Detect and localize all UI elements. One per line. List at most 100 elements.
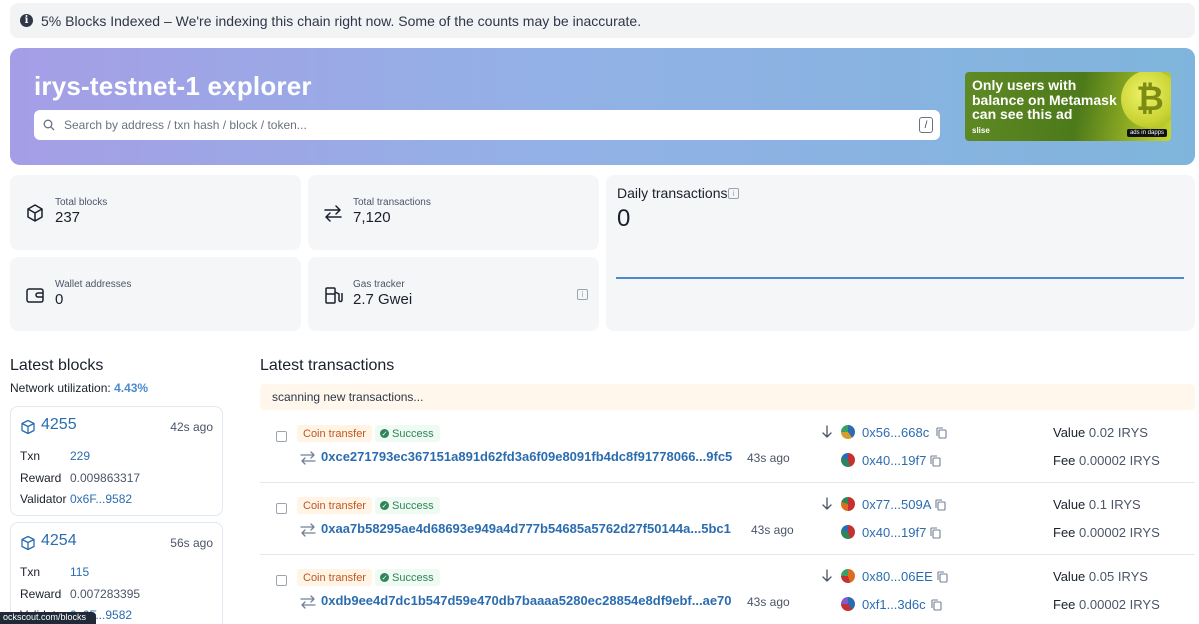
tx-fee: Fee 0.00002 IRYS (1053, 525, 1160, 540)
reward-value: 0.007283395 (70, 587, 141, 601)
tx-type-badge: Coin transfer (297, 569, 372, 586)
search-shortcut-key: / (919, 117, 933, 133)
ad-text: Only users with balance on Metamask can … (972, 77, 1117, 122)
from-address-link[interactable]: 0x77...509A (862, 497, 931, 512)
tx-age: 43s ago (747, 451, 790, 465)
block-number-link[interactable]: 4255 (41, 416, 77, 434)
txn-count-link[interactable]: 115 (70, 565, 89, 579)
transfer-arrows-icon (300, 451, 316, 465)
arrow-down-icon (822, 497, 832, 510)
txn-label: Txn (20, 449, 41, 463)
info-icon[interactable]: i (728, 188, 739, 199)
info-icon[interactable]: i (577, 289, 588, 300)
block-card: 4255 42s ago Txn 229 Reward 0.009863317 … (10, 406, 223, 516)
block-age: 56s ago (170, 536, 213, 550)
transaction-row: Coin transfer ✓ Success 0xaa7b58295ae4d68… (260, 483, 1195, 555)
ad-banner[interactable]: ₿ Only users with balance on Metamask ca… (965, 72, 1171, 141)
block-age: 42s ago (170, 420, 213, 434)
tx-hash-link[interactable]: 0xaa7b58295ae4d68693e949a4d777b54685a576… (321, 521, 731, 536)
ad-brand-logo: slise (972, 126, 990, 135)
tx-status-badge: ✓ Success (375, 425, 440, 442)
transfer-arrows-icon (324, 205, 342, 222)
stat-total-transactions: Total transactions 7,120 (308, 175, 599, 250)
transaction-row: Coin transfer ✓ Success 0xce271793ec36715… (260, 411, 1195, 483)
latest-transactions-title: Latest transactions (260, 357, 395, 374)
info-icon: i (20, 14, 33, 27)
to-address-link[interactable]: 0xf1...3d6c (862, 597, 926, 612)
wallet-icon (26, 288, 44, 303)
txn-label: Txn (20, 565, 41, 579)
bitcoin-coin-icon: ₿ (1121, 72, 1171, 128)
stat-value: 0 (55, 291, 64, 308)
ad-tag: ads in dapps (1126, 129, 1167, 137)
copy-icon[interactable] (930, 455, 941, 467)
from-address-link[interactable]: 0x56...668c (862, 425, 929, 440)
indexing-notice: i 5% Blocks Indexed – We're indexing thi… (10, 3, 1195, 38)
network-utilization: Network utilization: 4.43% (10, 381, 149, 395)
indexing-notice-text: 5% Blocks Indexed – We're indexing this … (41, 12, 642, 29)
avatar (841, 497, 855, 511)
page-title: irys-testnet-1 explorer (34, 71, 312, 101)
arrow-down-icon (822, 569, 832, 582)
cube-icon (21, 419, 35, 435)
tx-fee: Fee 0.00002 IRYS (1053, 597, 1160, 612)
daily-transactions-chart-line (616, 277, 1184, 279)
tx-value: Value 0.05 IRYS (1053, 569, 1148, 584)
check-circle-icon: ✓ (380, 501, 389, 510)
to-address-link[interactable]: 0x40...19f7 (862, 453, 926, 468)
block-card: 4254 56s ago Txn 115 Reward 0.007283395 … (10, 522, 223, 624)
scanning-banner: scanning new transactions... (260, 384, 1195, 410)
stat-value: 237 (55, 209, 81, 226)
from-address-link[interactable]: 0x80...06EE (862, 569, 933, 584)
tx-type-badge: Coin transfer (297, 497, 372, 514)
search-input[interactable]: Search by address / txn hash / block / t… (34, 110, 940, 140)
tx-info-icon[interactable] (276, 575, 287, 586)
avatar (841, 525, 855, 539)
arrow-down-icon (822, 425, 832, 438)
stat-value: 7,120 (353, 209, 391, 226)
tx-info-icon[interactable] (276, 503, 287, 514)
stat-label: Total blocks (55, 197, 108, 208)
transfer-arrows-icon (300, 523, 316, 537)
stat-gas-tracker: Gas tracker 2.7 Gwei i (308, 257, 599, 331)
validator-link[interactable]: 0x6F...9582 (70, 492, 132, 506)
copy-icon[interactable] (936, 427, 947, 439)
reward-label: Reward (20, 587, 62, 601)
reward-value: 0.009863317 (70, 471, 141, 485)
daily-transactions-title: Daily transactions (617, 185, 728, 201)
copy-icon[interactable] (930, 527, 941, 539)
txn-count-link[interactable]: 229 (70, 449, 90, 463)
to-address-link[interactable]: 0x40...19f7 (862, 525, 926, 540)
stat-value: 2.7 Gwei (353, 291, 413, 308)
stat-label: Total transactions (353, 197, 431, 208)
stat-wallet-addresses: Wallet addresses 0 (10, 257, 301, 331)
avatar (841, 453, 855, 467)
tx-age: 43s ago (751, 523, 794, 537)
copy-icon[interactable] (935, 499, 946, 511)
tx-type-badge: Coin transfer (297, 425, 372, 442)
stat-label: Wallet addresses (55, 279, 132, 290)
gas-pump-icon (325, 287, 343, 304)
check-circle-icon: ✓ (380, 429, 389, 438)
cube-icon (27, 204, 43, 222)
daily-transactions-card: Daily transactions i 0 (606, 175, 1195, 331)
copy-icon[interactable] (931, 599, 942, 611)
stat-label: Gas tracker (353, 279, 405, 290)
stat-total-blocks: Total blocks 237 (10, 175, 301, 250)
tx-value: Value 0.1 IRYS (1053, 497, 1141, 512)
avatar (841, 425, 855, 439)
tx-info-icon[interactable] (276, 431, 287, 442)
latest-blocks-title: Latest blocks (10, 357, 104, 374)
tx-hash-link[interactable]: 0xdb9ee4d7dc1b547d59e470db7baaaa5280ec28… (321, 593, 732, 608)
transaction-row: Coin transfer ✓ Success 0xdb9ee4d7dc1b547… (260, 555, 1195, 624)
cube-icon (21, 535, 35, 551)
transfer-arrows-icon (300, 595, 316, 609)
tx-status-badge: ✓ Success (375, 569, 440, 586)
block-number-link[interactable]: 4254 (41, 532, 77, 550)
avatar (841, 569, 855, 583)
tx-hash-link[interactable]: 0xce271793ec367151a891d62fd3a6f09e8091fb… (321, 449, 732, 464)
copy-icon[interactable] (937, 571, 948, 583)
validator-label: Validator (20, 492, 67, 506)
daily-transactions-value: 0 (617, 205, 631, 232)
tx-value: Value 0.02 IRYS (1053, 425, 1148, 440)
